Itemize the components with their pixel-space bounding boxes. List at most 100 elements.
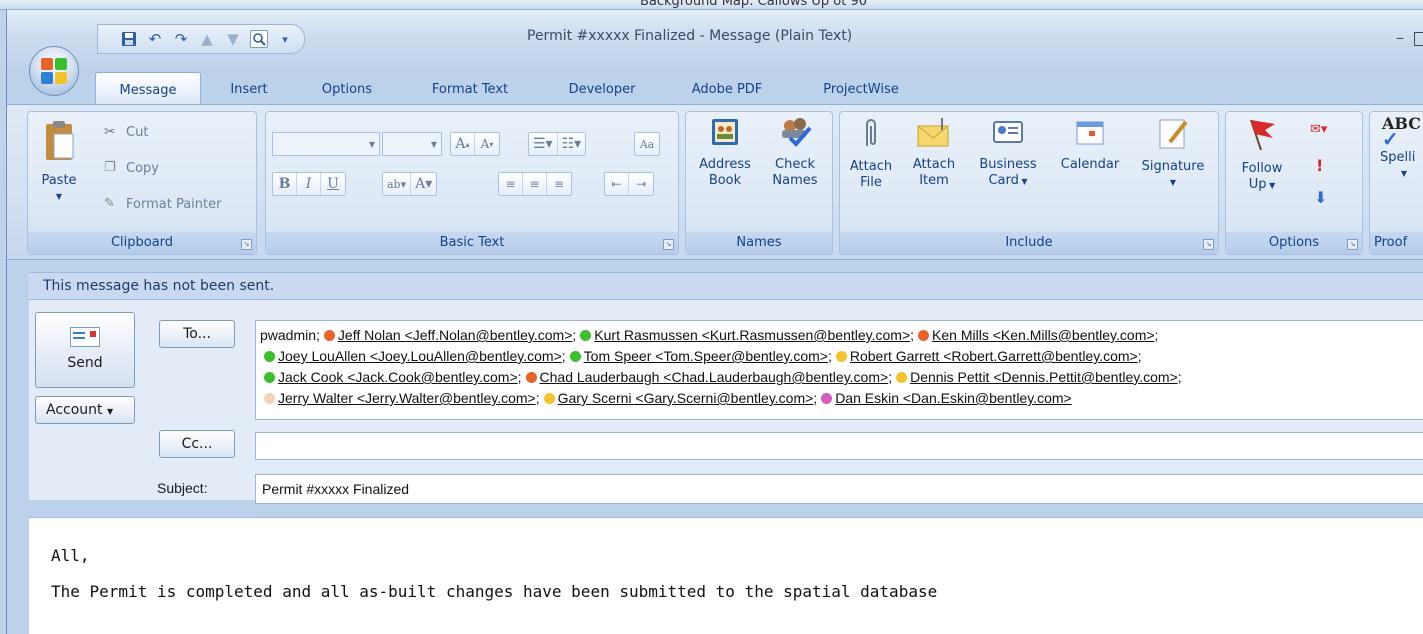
signature-icon	[1132, 116, 1214, 155]
address-book-button[interactable]: Address Book	[692, 116, 758, 189]
tab-message[interactable]: Message	[95, 72, 201, 104]
tab-insert[interactable]: Insert	[219, 76, 279, 104]
underline-icon[interactable]: U	[321, 173, 345, 195]
recipient-name[interactable]: Robert Garrett <Robert.Garrett@bentley.c…	[850, 348, 1138, 364]
body-line: The Permit is completed and all as-built…	[51, 582, 938, 601]
recipient-separator: ;	[888, 369, 893, 385]
paste-dropdown-arrow-icon[interactable]: ▼	[34, 189, 84, 205]
tab-options[interactable]: Options	[307, 76, 387, 104]
chevron-down-icon: ▼	[1266, 181, 1276, 190]
recipient-name[interactable]: Dan Eskin <Dan.Eskin@bentley.com>	[835, 390, 1072, 406]
tab-projectwise[interactable]: ProjectWise	[807, 76, 915, 104]
find-icon[interactable]	[250, 30, 268, 48]
paperclip-icon	[844, 116, 898, 155]
highlight-icon[interactable]: ab▾	[383, 173, 412, 195]
cc-field[interactable]	[255, 432, 1423, 460]
redo-icon[interactable]: ↷	[172, 30, 190, 48]
clipboard-group-label: Clipboard	[28, 232, 256, 254]
presence-status-icon	[821, 393, 833, 404]
font-color-icon[interactable]: A▾	[411, 173, 436, 195]
copy-button[interactable]: ❐ Copy	[104, 160, 159, 176]
save-icon[interactable]	[120, 30, 138, 48]
attach-file-button[interactable]: Attach File	[844, 116, 898, 191]
styles-icon[interactable]: Aa	[635, 133, 659, 155]
grow-font-icon[interactable]: A ▴	[451, 133, 475, 155]
minimize-button[interactable]: –	[1396, 28, 1404, 47]
recipient-name[interactable]: Ken Mills <Ken.Mills@bentley.com>	[932, 327, 1154, 343]
follow-up-button[interactable]: Follow Up ▼	[1230, 116, 1294, 194]
subject-field[interactable]: Permit #xxxxx Finalized	[255, 474, 1423, 504]
align-right-icon[interactable]: ≡	[547, 173, 571, 195]
presence-status-icon	[569, 351, 581, 362]
recipient-name[interactable]: Jerry Walter <Jerry.Walter@bentley.com>	[278, 390, 536, 406]
clipboard-group: Paste ▼ ✂ Cut ❐ Copy ✎ Format Painter Cl…	[27, 111, 257, 255]
customize-toolbar-icon[interactable]: ▾	[276, 30, 294, 48]
shrink-font-icon[interactable]: A ▾	[475, 133, 499, 155]
office-button[interactable]	[29, 46, 79, 96]
font-name-combo[interactable]: ▼	[272, 132, 380, 156]
options-dialog-launcher-icon[interactable]: ↘	[1347, 239, 1358, 250]
maximize-button[interactable]	[1414, 32, 1423, 46]
business-card-button[interactable]: Business Card ▼	[972, 116, 1044, 190]
spelling-button[interactable]: ABC ✓ Spelli ▼	[1374, 116, 1423, 182]
tab-format-text[interactable]: Format Text	[415, 76, 525, 104]
signature-button[interactable]: Signature ▼	[1132, 116, 1214, 191]
ribbon: Paste ▼ ✂ Cut ❐ Copy ✎ Format Painter Cl…	[7, 104, 1423, 260]
previous-item-icon[interactable]: ▲	[198, 30, 216, 48]
numbering-icon[interactable]: ☷▾	[558, 133, 586, 155]
not-sent-info-bar: This message has not been sent.	[29, 272, 1423, 300]
include-dialog-launcher-icon[interactable]: ↘	[1203, 239, 1214, 250]
font-size-combo[interactable]: ▼	[382, 132, 442, 156]
cut-button[interactable]: ✂ Cut	[104, 124, 148, 140]
follow-up-label-2: Up	[1248, 177, 1267, 192]
format-painter-button[interactable]: ✎ Format Painter	[104, 196, 221, 212]
account-button[interactable]: Account ▼	[35, 396, 135, 424]
check-names-button[interactable]: Check Names	[764, 116, 826, 189]
to-field[interactable]: pwadmin; Jeff Nolan <Jeff.Nolan@bentley.c…	[255, 320, 1423, 420]
basic-text-group: ▼ ▼ A ▴ A ▾ ☰▾ ☷▾ Aa B I U ab▾ A▾ ≡ ≡ ≡ …	[265, 111, 679, 255]
font-grow-shrink-group: A ▴ A ▾	[450, 132, 500, 156]
recipient-name[interactable]: pwadmin	[260, 327, 316, 343]
message-body[interactable]: All, The Permit is completed and all as-…	[29, 517, 1423, 634]
indent-group: ⇤ ⇥	[604, 172, 654, 196]
recipient-name[interactable]: Tom Speer <Tom.Speer@bentley.com>	[584, 348, 828, 364]
address-book-label-1: Address	[699, 157, 751, 172]
calendar-label: Calendar	[1060, 157, 1120, 172]
bold-icon[interactable]: B	[273, 173, 297, 195]
recipient-name[interactable]: Chad Lauderbaugh <Chad.Lauderbaugh@bentl…	[540, 369, 889, 385]
basic-text-dialog-launcher-icon[interactable]: ↘	[663, 239, 674, 250]
recipient-name[interactable]: Jack Cook <Jack.Cook@bentley.com>	[278, 369, 518, 385]
recipient-separator: ;	[316, 327, 320, 343]
cc-button[interactable]: Cc...	[159, 430, 235, 458]
to-button[interactable]: To...	[159, 320, 235, 348]
high-importance-icon[interactable]: !	[1316, 156, 1323, 175]
bullets-icon[interactable]: ☰▾	[529, 133, 558, 155]
low-importance-icon[interactable]: ⬇	[1314, 188, 1327, 207]
paste-button[interactable]: Paste ▼	[34, 120, 84, 205]
clipboard-dialog-launcher-icon[interactable]: ↘	[241, 239, 252, 250]
attach-item-button[interactable]: Attach Item	[904, 116, 964, 189]
align-center-icon[interactable]: ≡	[523, 173, 547, 195]
recipient-name[interactable]: Joey LouAllen <Joey.LouAllen@bentley.com…	[278, 348, 562, 364]
next-item-icon[interactable]: ▼	[224, 30, 242, 48]
send-button[interactable]: Send	[35, 312, 135, 388]
calendar-button[interactable]: Calendar	[1052, 116, 1128, 173]
address-book-icon	[692, 116, 758, 153]
tab-developer[interactable]: Developer	[552, 76, 652, 104]
recipient-name[interactable]: Dennis Pettit <Dennis.Pettit@bentley.com…	[910, 369, 1178, 385]
business-card-label-2: Card	[988, 173, 1019, 188]
italic-icon[interactable]: I	[297, 173, 321, 195]
attach-item-label-2: Item	[919, 173, 949, 188]
cut-label: Cut	[126, 124, 149, 140]
increase-indent-icon[interactable]: ⇥	[629, 173, 653, 195]
recipient-name[interactable]: Jeff Nolan <Jeff.Nolan@bentley.com>	[338, 327, 572, 343]
recipient-name[interactable]: Kurt Rasmussen <Kurt.Rasmussen@bentley.c…	[594, 327, 910, 343]
align-left-icon[interactable]: ≡	[499, 173, 523, 195]
decrease-indent-icon[interactable]: ⇤	[605, 173, 629, 195]
undo-icon[interactable]: ↶	[146, 30, 164, 48]
permission-button[interactable]: ✉▾	[1310, 122, 1327, 137]
recipient-line: Jerry Walter <Jerry.Walter@bentley.com>;…	[260, 388, 1423, 409]
address-book-label-2: Book	[708, 173, 742, 188]
tab-adobe-pdf[interactable]: Adobe PDF	[677, 76, 777, 104]
recipient-name[interactable]: Gary Scerni <Gary.Scerni@bentley.com>	[558, 390, 814, 406]
